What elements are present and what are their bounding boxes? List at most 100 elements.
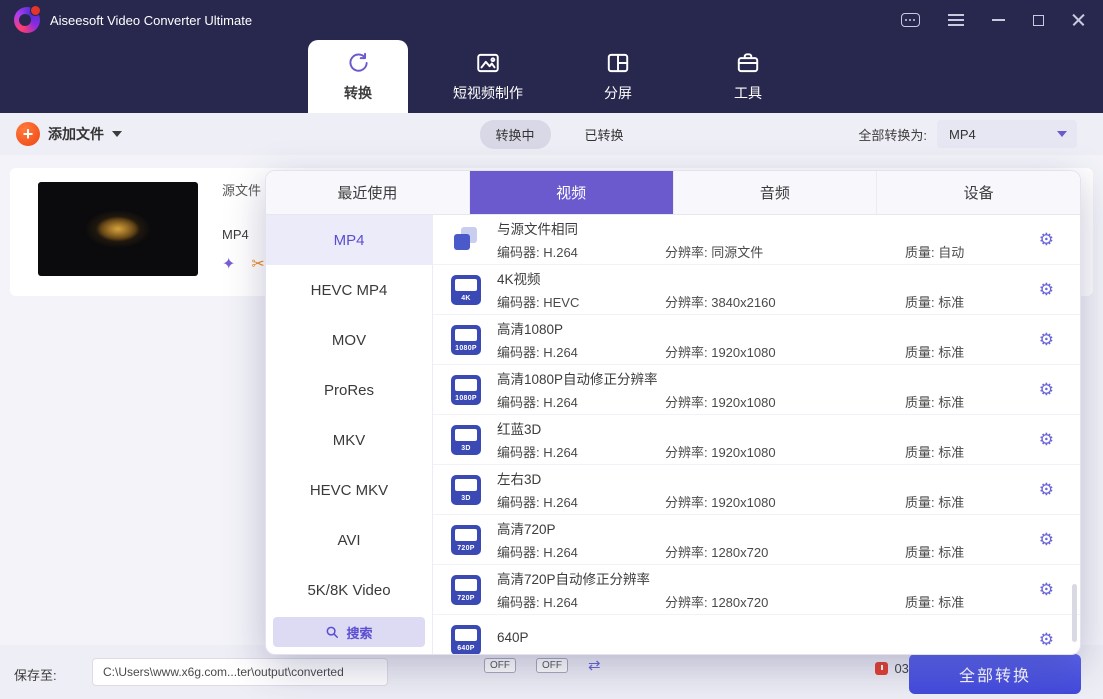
format-category[interactable]: HEVC MKV: [266, 465, 432, 515]
preset-quality: 质量: 标准: [905, 342, 1039, 361]
search-button[interactable]: 搜索: [273, 617, 425, 647]
preset-row[interactable]: 3D 红蓝3D 编码器: H.264 分辨率: 1920x1080 质量: 标准…: [433, 415, 1080, 465]
scrollbar[interactable]: [1072, 584, 1077, 642]
format-category[interactable]: MOV: [266, 315, 432, 365]
toolbar: + 添加文件 转换中 已转换 全部转换为: MP4: [0, 113, 1103, 155]
preset-encoder: 编码器: H.264: [497, 542, 665, 561]
output-format-select[interactable]: MP4: [937, 120, 1077, 148]
format-icon: 640P: [451, 625, 481, 655]
feedback-icon[interactable]: [901, 13, 920, 27]
toggle-off-2[interactable]: OFF: [536, 658, 568, 673]
file-info: 源文件 MP4 ✦ ✂: [222, 180, 265, 274]
preset-row[interactable]: 640P 640P ⚙: [433, 615, 1080, 654]
save-to-label: 保存至:: [14, 665, 57, 684]
preset-row[interactable]: 720P 高清720P自动修正分辨率 编码器: H.264 分辨率: 1280x…: [433, 565, 1080, 615]
settings-gear-icon[interactable]: ⚙: [1039, 380, 1054, 400]
nav-tab-convert[interactable]: 转换: [308, 40, 408, 113]
preset-title: 高清720P自动修正分辨率: [497, 568, 1039, 588]
tab-converting[interactable]: 转换中: [479, 120, 550, 149]
close-button[interactable]: [1072, 14, 1085, 27]
preset-quality: 质量: 标准: [905, 492, 1039, 511]
preset-resolution: 分辨率: 1920x1080: [665, 442, 905, 461]
format-category[interactable]: AVI: [266, 515, 432, 565]
tab-audio[interactable]: 音频: [674, 171, 878, 214]
settings-gear-icon[interactable]: ⚙: [1039, 330, 1054, 350]
preset-quality: 质量: 标准: [905, 442, 1039, 461]
search-icon: [325, 625, 339, 639]
chevron-down-icon: [112, 131, 122, 137]
edit-effect-icon[interactable]: ✦: [222, 254, 235, 274]
settings-gear-icon[interactable]: ⚙: [1039, 530, 1054, 550]
tab-converted[interactable]: 已转换: [585, 125, 624, 144]
convert-icon: [345, 50, 371, 76]
format-icon: 1080P: [451, 375, 481, 405]
menu-icon[interactable]: [948, 19, 964, 21]
format-category[interactable]: MP4: [266, 215, 432, 265]
preset-resolution: 分辨率: 1920x1080: [665, 342, 905, 361]
preset-resolution: 分辨率: 1280x720: [665, 592, 905, 611]
file-format-label: MP4: [222, 227, 265, 242]
preset-list: 与源文件相同 编码器: H.264 分辨率: 同源文件 质量: 自动 ⚙ 4K …: [433, 215, 1080, 654]
format-icon: 3D: [451, 425, 481, 455]
cut-icon[interactable]: ✂: [251, 254, 264, 274]
format-category-label: AVI: [337, 532, 360, 549]
format-category[interactable]: HEVC MP4: [266, 265, 432, 315]
main-nav: 转换 短视频制作 分屏 工具: [0, 40, 1103, 113]
preset-quality: 质量: 自动: [905, 242, 1039, 261]
save-path-input[interactable]: C:\Users\www.x6g.com...ter\output\conver…: [92, 658, 388, 686]
convert-status-tabs: 转换中 已转换: [479, 113, 623, 155]
preset-encoder: 编码器: H.264: [497, 442, 665, 461]
preset-row[interactable]: 4K 4K视频 编码器: HEVC 分辨率: 3840x2160 质量: 标准 …: [433, 265, 1080, 315]
format-icon-badge: 3D: [451, 495, 481, 502]
minimize-button[interactable]: [992, 19, 1005, 21]
convert-all-button[interactable]: 全部转换: [909, 654, 1081, 694]
preset-row[interactable]: 与源文件相同 编码器: H.264 分辨率: 同源文件 质量: 自动 ⚙: [433, 215, 1080, 265]
nav-tab-toolbox[interactable]: 工具: [683, 40, 813, 113]
preset-quality: 质量: 标准: [905, 292, 1039, 311]
toggle-off-1[interactable]: OFF: [484, 658, 516, 673]
format-icon: 720P: [451, 575, 481, 605]
format-icon: [451, 225, 481, 255]
tab-recent[interactable]: 最近使用: [266, 171, 470, 214]
tab-video[interactable]: 视频: [470, 171, 674, 214]
format-icon: 720P: [451, 525, 481, 555]
add-icon: +: [16, 122, 40, 146]
preset-encoder: 编码器: H.264: [497, 342, 665, 361]
preset-row[interactable]: 1080P 高清1080P自动修正分辨率 编码器: H.264 分辨率: 192…: [433, 365, 1080, 415]
nav-tab-split-screen[interactable]: 分屏: [553, 40, 683, 113]
settings-gear-icon[interactable]: ⚙: [1039, 430, 1054, 450]
preset-title: 左右3D: [497, 468, 1039, 488]
nav-tab-label: 短视频制作: [453, 83, 523, 103]
format-category[interactable]: MKV: [266, 415, 432, 465]
preset-resolution: 分辨率: 3840x2160: [665, 292, 905, 311]
preset-encoder: 编码器: H.264: [497, 492, 665, 511]
toolbox-icon: [735, 50, 761, 76]
thumbnail-image: [73, 203, 163, 255]
titlebar-controls: [901, 13, 1085, 27]
source-file-label: 源文件: [222, 180, 265, 199]
format-panel-tabs: 最近使用 视频 音频 设备: [266, 171, 1080, 215]
preset-title: 与源文件相同: [497, 218, 1039, 238]
format-icon: 3D: [451, 475, 481, 505]
settings-gear-icon[interactable]: ⚙: [1039, 230, 1054, 250]
settings-gear-icon[interactable]: ⚙: [1039, 630, 1054, 650]
settings-gear-icon[interactable]: ⚙: [1039, 580, 1054, 600]
format-icon-badge: 1080P: [451, 345, 481, 352]
preset-row[interactable]: 1080P 高清1080P 编码器: H.264 分辨率: 1920x1080 …: [433, 315, 1080, 365]
output-format-value: MP4: [949, 127, 976, 142]
format-category[interactable]: ProRes: [266, 365, 432, 415]
add-files-button[interactable]: + 添加文件: [16, 113, 122, 155]
sync-icon[interactable]: ⇄: [588, 656, 601, 674]
preset-row[interactable]: 3D 左右3D 编码器: H.264 分辨率: 1920x1080 质量: 标准…: [433, 465, 1080, 515]
nav-tab-mv-maker[interactable]: 短视频制作: [423, 40, 553, 113]
format-panel-body: 搜索 MP4 HEVC MP4 MOV ProRes MKV HEVC MKV …: [266, 215, 1080, 654]
tab-device[interactable]: 设备: [877, 171, 1080, 214]
settings-gear-icon[interactable]: ⚙: [1039, 280, 1054, 300]
nav-tab-label: 分屏: [604, 83, 632, 103]
format-category[interactable]: 5K/8K Video: [266, 565, 432, 615]
format-icon-badge: 3D: [451, 445, 481, 452]
preset-row[interactable]: 720P 高清720P 编码器: H.264 分辨率: 1280x720 质量:…: [433, 515, 1080, 565]
preset-title: 640P: [497, 630, 1039, 645]
maximize-button[interactable]: [1033, 15, 1044, 26]
settings-gear-icon[interactable]: ⚙: [1039, 480, 1054, 500]
